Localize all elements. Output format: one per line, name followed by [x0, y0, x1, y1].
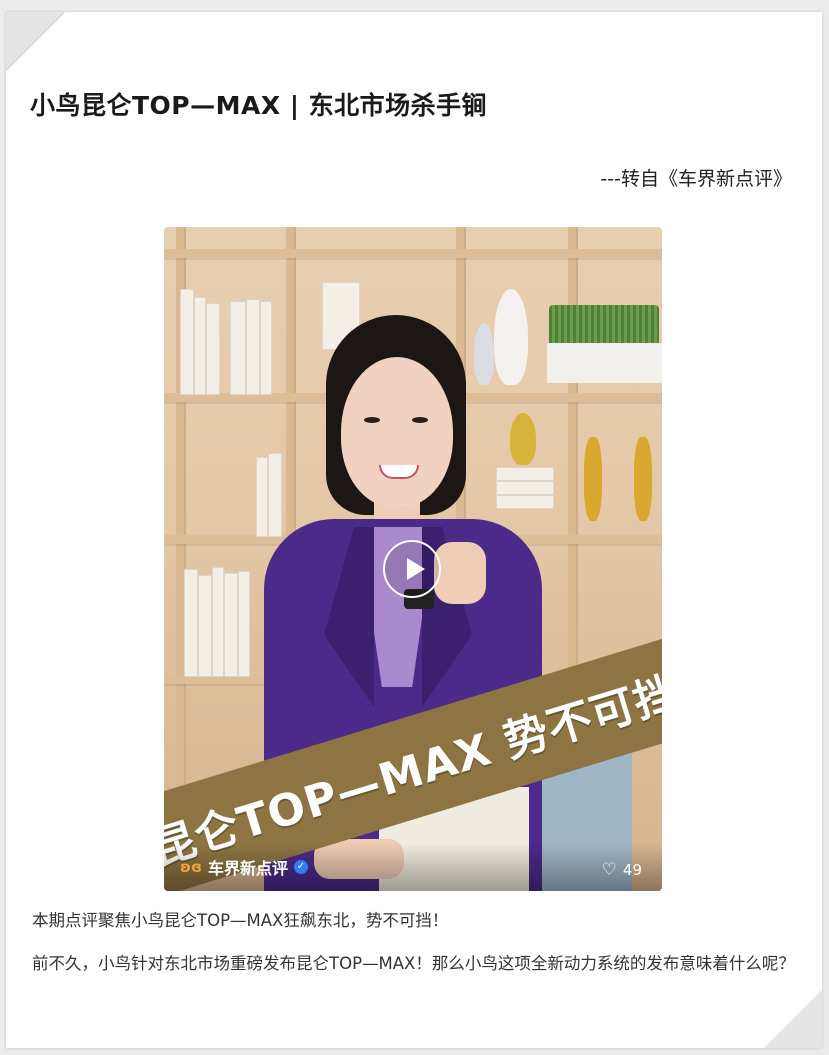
channel-name: 车界新点评 [207, 859, 288, 878]
book [194, 297, 206, 395]
book [260, 301, 272, 395]
presenter-eye [412, 417, 428, 423]
book [184, 569, 198, 677]
body-paragraph: 本期点评聚焦小鸟昆仑TOP—MAX狂飙东北，势不可挡！ [32, 911, 449, 930]
video-player[interactable]: 昆仑TOP—MAX 势不可挡 ʚɞ 车界新点评 ✓ ♡ 49 [164, 227, 662, 891]
book [198, 575, 212, 677]
article-card: 小鸟昆仑TOP—MAX | 东北市场杀手锏 ---转自《车界新点评》 昆仑TOP… [6, 12, 822, 1048]
book [256, 457, 268, 537]
book [212, 567, 224, 677]
potted-grass [549, 305, 659, 345]
bookshelf-shelf [164, 249, 662, 258]
like-count: 49 [622, 861, 642, 879]
planter-box [547, 343, 662, 383]
article-title: 小鸟昆仑TOP—MAX | 东北市场杀手锏 [30, 91, 488, 120]
presenter-fist [434, 542, 486, 604]
white-vase [494, 289, 528, 385]
book [230, 301, 246, 395]
book [268, 453, 282, 537]
butterfly-logo-icon: ʚɞ [180, 858, 202, 876]
presenter-eye [364, 417, 380, 423]
yellow-vase [584, 437, 602, 521]
small-vase [474, 323, 494, 385]
channel-link[interactable]: ʚɞ 车界新点评 ✓ [180, 855, 308, 879]
book [496, 467, 554, 481]
book [224, 573, 238, 677]
like-button[interactable]: ♡ 49 [602, 861, 642, 879]
verified-check-icon: ✓ [293, 860, 308, 874]
gold-vase [510, 413, 536, 465]
corner-fold-top-left [6, 12, 64, 70]
yellow-vase [634, 437, 652, 521]
presenter-face [341, 357, 453, 507]
heart-outline-icon: ♡ [601, 859, 617, 880]
corner-fold-bottom-right [764, 990, 822, 1048]
play-icon[interactable] [383, 540, 441, 598]
article-source: ---转自《车界新点评》 [600, 168, 792, 190]
book [206, 303, 220, 395]
book [180, 289, 194, 395]
book [496, 495, 554, 509]
body-paragraph: 前不久，小鸟针对东北市场重磅发布昆仑TOP—MAX！那么小鸟这项全新动力系统的发… [32, 954, 795, 973]
book [496, 481, 554, 495]
book [238, 571, 250, 677]
book [246, 299, 260, 395]
